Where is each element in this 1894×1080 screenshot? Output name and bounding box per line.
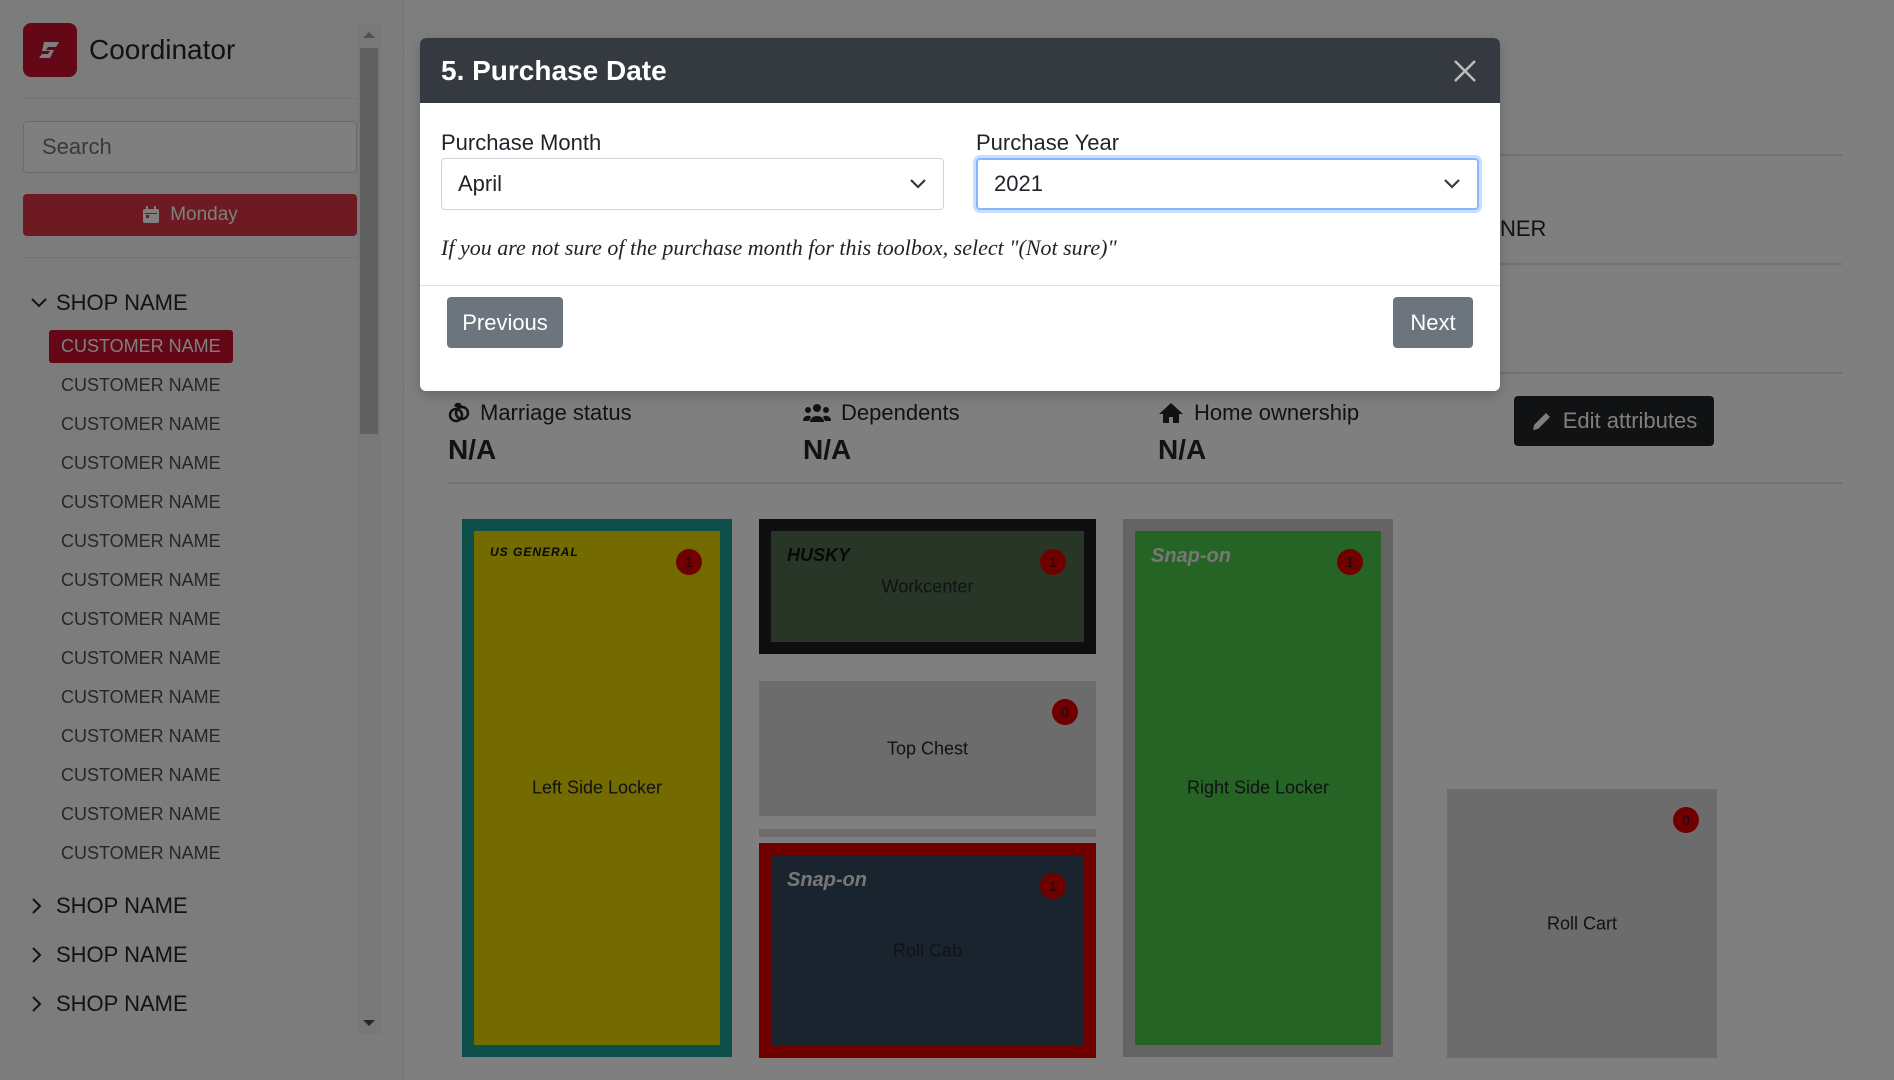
- purchase-month-label: Purchase Month: [441, 130, 602, 155]
- purchase-month-select[interactable]: April: [441, 158, 944, 210]
- modal-footer-divider: [420, 285, 1500, 286]
- chevron-down-icon: [909, 178, 927, 190]
- purchase-month-value: April: [458, 171, 503, 196]
- chevron-down-icon: [1443, 178, 1461, 190]
- next-button[interactable]: Next: [1393, 297, 1473, 348]
- purchase-year-select[interactable]: 2021: [976, 158, 1479, 210]
- purchase-month-hint: If you are not sure of the purchase mont…: [441, 235, 1117, 260]
- purchase-year-label: Purchase Year: [976, 130, 1120, 155]
- purchase-date-modal: 5. Purchase Date Purchase Month April Pu…: [420, 38, 1500, 391]
- purchase-year-value: 2021: [994, 171, 1043, 196]
- close-icon[interactable]: [1451, 57, 1479, 85]
- previous-button[interactable]: Previous: [447, 297, 563, 348]
- modal-header: 5. Purchase Date: [420, 38, 1500, 103]
- modal-title: 5. Purchase Date: [441, 54, 667, 86]
